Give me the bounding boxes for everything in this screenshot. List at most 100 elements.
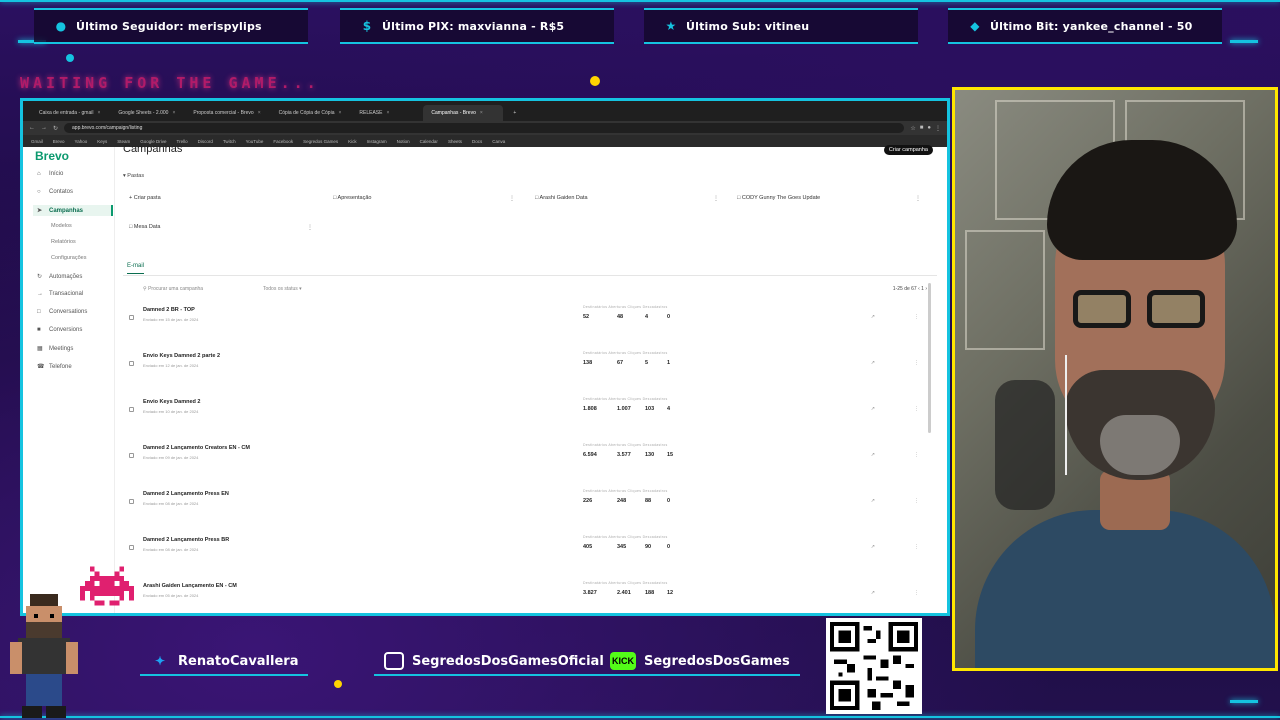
menu-icon[interactable]: ⋮ <box>935 125 941 132</box>
bookmark[interactable]: Instagram <box>367 139 387 144</box>
campaign-name[interactable]: Damned 2 Lançamento Press EN <box>143 491 229 497</box>
sidebar-item-contatos[interactable]: ○ Contatos <box>37 189 73 195</box>
campaign-row[interactable]: Damned 2 Lançamento Creators EN - CM Env… <box>127 443 933 489</box>
more-icon[interactable]: ⋮ <box>914 452 919 458</box>
row-checkbox[interactable] <box>129 545 134 550</box>
tab-email[interactable]: E-mail <box>127 263 145 274</box>
bookmark[interactable]: YouTube <box>246 139 264 144</box>
bookmark[interactable]: Gmail <box>31 139 43 144</box>
bookmark[interactable]: Discord <box>198 139 213 144</box>
report-icon[interactable]: ↗ <box>871 452 875 458</box>
browser-tab-active[interactable]: Campanhas - Brevo × <box>423 105 504 121</box>
create-campaign-button[interactable]: Criar campanha <box>883 145 933 155</box>
status-filter[interactable]: Todos os status ▾ <box>263 286 302 292</box>
sidebar-item-campanhas[interactable]: ➤ Campanhas <box>33 205 113 216</box>
brand-logo[interactable]: Brevo <box>35 149 69 163</box>
report-icon[interactable]: ↗ <box>871 498 875 504</box>
report-icon[interactable]: ↗ <box>871 544 875 550</box>
campaign-row[interactable]: Envio Keys Damned 2 parte 2 Enviado em 1… <box>127 351 933 397</box>
profile-icon[interactable]: ● <box>927 125 931 132</box>
bookmark[interactable]: Twitch <box>223 139 236 144</box>
browser-tab[interactable]: RELEASE × <box>351 105 421 121</box>
campaign-name[interactable]: Arashi Gaiden Lançamento EN - CM <box>143 583 237 589</box>
sidebar-item-transacional[interactable]: → Transacional <box>37 291 83 297</box>
bookmark[interactable]: Brevo <box>53 139 65 144</box>
browser-tab[interactable]: Cópia de Cópia de Cópia × <box>271 105 350 121</box>
campaign-name[interactable]: Damned 2 Lançamento Press BR <box>143 537 229 543</box>
campaign-row[interactable]: Arashi Gaiden Lançamento EN - CM Enviado… <box>127 581 933 613</box>
extension-icon[interactable]: ■ <box>920 125 924 132</box>
sidebar-sub-configuracoes[interactable]: Configurações <box>51 255 86 261</box>
new-tab-button[interactable]: + <box>505 105 524 121</box>
star-icon[interactable]: ☆ <box>910 125 915 132</box>
more-icon[interactable]: ⋮ <box>307 224 313 231</box>
close-icon[interactable]: × <box>97 110 100 116</box>
bookmark[interactable]: Docs <box>472 139 482 144</box>
forward-icon[interactable]: → <box>41 125 47 131</box>
bookmark[interactable]: Yahoo <box>75 139 88 144</box>
more-icon[interactable]: ⋮ <box>914 590 919 596</box>
sidebar-item-conversations[interactable]: □ Conversations <box>37 309 87 315</box>
row-checkbox[interactable] <box>129 407 134 412</box>
search-input[interactable]: ⚲ Procurar uma campanha <box>143 286 203 292</box>
more-icon[interactable]: ⋮ <box>914 544 919 550</box>
bookmark[interactable]: Notion <box>397 139 410 144</box>
sidebar-item-conversions[interactable]: ■ Conversions <box>37 327 82 333</box>
sidebar-sub-modelos[interactable]: Modelos <box>51 223 72 229</box>
campaign-row[interactable]: Damned 2 Lançamento Press BR Enviado em … <box>127 535 933 581</box>
sidebar-sub-relatorios[interactable]: Relatórios <box>51 239 76 245</box>
campaign-name[interactable]: Damned 2 BR - TOP <box>143 307 195 313</box>
pagination[interactable]: 1-25 de 67 ‹ 1 › <box>893 286 927 292</box>
report-icon[interactable]: ↗ <box>871 406 875 412</box>
create-folder-link[interactable]: + Criar pasta <box>129 195 161 201</box>
row-checkbox[interactable] <box>129 315 134 320</box>
campaign-row[interactable]: Envio Keys Damned 2 Enviado em 10 de jan… <box>127 397 933 443</box>
folder-item[interactable]: □ Apresentação <box>333 195 372 201</box>
sidebar-item-telefone[interactable]: ☎ Telefone <box>37 363 72 371</box>
browser-tab[interactable]: Caixa de entrada - gmail × <box>31 105 108 121</box>
close-icon[interactable]: × <box>386 110 389 116</box>
close-icon[interactable]: × <box>258 110 261 116</box>
more-icon[interactable]: ⋮ <box>914 406 919 412</box>
folder-item[interactable]: □ Arashi Gaiden Data <box>535 195 588 201</box>
campaign-row[interactable]: Damned 2 Lançamento Press EN Enviado em … <box>127 489 933 535</box>
more-icon[interactable]: ⋮ <box>914 314 919 320</box>
bookmark[interactable]: Canva <box>492 139 505 144</box>
report-icon[interactable]: ↗ <box>871 314 875 320</box>
sidebar-item-inicio[interactable]: ⌂ Início <box>37 171 63 177</box>
folder-item[interactable]: □ Mesa Data <box>129 224 160 230</box>
browser-tab[interactable]: Proposta comercial - Brevo × <box>185 105 268 121</box>
report-icon[interactable]: ↗ <box>871 360 875 366</box>
bookmark[interactable]: Facebook <box>273 139 293 144</box>
campaign-row[interactable]: Damned 2 BR - TOP Enviado em 15 de jan. … <box>127 305 933 351</box>
bookmark[interactable]: Calendar <box>420 139 438 144</box>
close-icon[interactable]: × <box>172 110 175 116</box>
sidebar-item-automacoes[interactable]: ↻ Automações <box>37 273 82 281</box>
stat-recipients: 6.594 <box>583 452 597 458</box>
address-bar[interactable]: app.brevo.com/campaign/listing <box>64 123 905 133</box>
more-icon[interactable]: ⋮ <box>713 195 719 202</box>
campaign-name[interactable]: Damned 2 Lançamento Creators EN - CM <box>143 445 250 451</box>
campaign-name[interactable]: Envio Keys Damned 2 parte 2 <box>143 353 220 359</box>
bookmark[interactable]: Kick <box>348 139 357 144</box>
folders-toggle[interactable]: ▾ Pastas <box>123 173 144 179</box>
sidebar-item-meetings[interactable]: ▦ Meetings <box>37 345 73 353</box>
more-icon[interactable]: ⋮ <box>914 498 919 504</box>
report-icon[interactable]: ↗ <box>871 590 875 596</box>
close-icon[interactable]: × <box>338 110 341 116</box>
folder-item[interactable]: □ CODY Gunny The Goes Update <box>737 195 820 201</box>
more-icon[interactable]: ⋮ <box>914 360 919 366</box>
close-icon[interactable]: × <box>480 110 483 116</box>
back-icon[interactable]: ← <box>29 125 35 131</box>
more-icon[interactable]: ⋮ <box>915 195 921 202</box>
bookmark[interactable]: Keys <box>97 139 107 144</box>
row-checkbox[interactable] <box>129 361 134 366</box>
browser-tab[interactable]: Google Sheets - 2.000 × <box>110 105 183 121</box>
campaign-name[interactable]: Envio Keys Damned 2 <box>143 399 200 405</box>
row-checkbox[interactable] <box>129 499 134 504</box>
reload-icon[interactable]: ↻ <box>53 125 58 132</box>
bookmark[interactable]: Segredos Games <box>303 139 338 144</box>
more-icon[interactable]: ⋮ <box>509 195 515 202</box>
bookmark[interactable]: Sheets <box>448 139 462 144</box>
row-checkbox[interactable] <box>129 453 134 458</box>
